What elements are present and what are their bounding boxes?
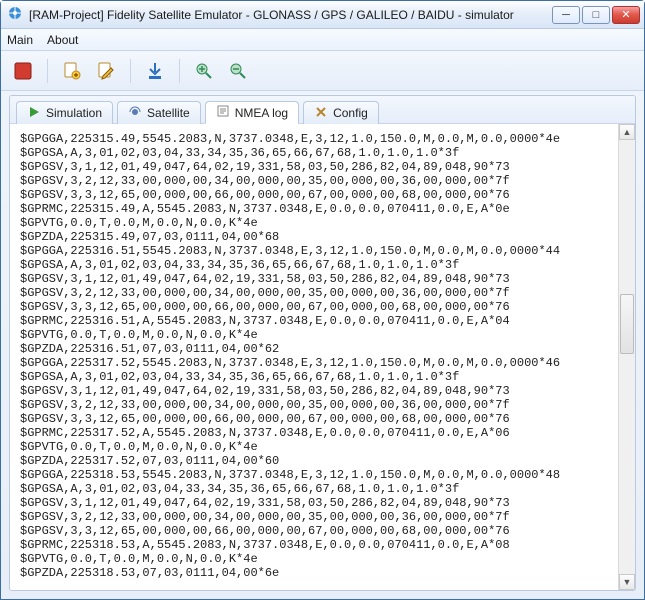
tabstrip: Simulation Satellite NMEA log Config	[10, 96, 635, 124]
nmea-log-output[interactable]: $GPGGA,225315.49,5545.2083,N,3737.0348,E…	[10, 124, 618, 590]
toolbar-separator	[130, 59, 131, 83]
maximize-button[interactable]: □	[582, 6, 610, 24]
titlebar: [RAM-Project] Fidelity Satellite Emulato…	[1, 1, 644, 29]
scroll-down-arrow[interactable]: ▼	[619, 574, 635, 590]
new-file-button[interactable]	[58, 57, 86, 85]
play-icon	[27, 105, 41, 122]
app-window: [RAM-Project] Fidelity Satellite Emulato…	[0, 0, 645, 600]
tab-nmea-log[interactable]: NMEA log	[205, 101, 299, 124]
tab-nmea-label: NMEA log	[235, 106, 288, 120]
tab-satellite-label: Satellite	[147, 106, 190, 120]
window-buttons: ─ □ ✕	[552, 6, 640, 24]
tab-simulation-label: Simulation	[46, 106, 102, 120]
download-button[interactable]	[141, 57, 169, 85]
minimize-button[interactable]: ─	[552, 6, 580, 24]
config-icon	[314, 105, 328, 122]
log-panel: $GPGGA,225315.49,5545.2083,N,3737.0348,E…	[10, 124, 635, 590]
toolbar-separator	[179, 59, 180, 83]
menu-main[interactable]: Main	[7, 33, 33, 47]
tab-config-label: Config	[333, 106, 368, 120]
vertical-scrollbar[interactable]: ▲ ▼	[618, 124, 635, 590]
edit-file-button[interactable]	[92, 57, 120, 85]
scroll-up-arrow[interactable]: ▲	[619, 124, 635, 140]
client-area: Simulation Satellite NMEA log Config $GP…	[9, 95, 636, 591]
menu-about[interactable]: About	[47, 33, 78, 47]
zoom-out-button[interactable]	[224, 57, 252, 85]
menubar: Main About	[1, 29, 644, 51]
tab-satellite[interactable]: Satellite	[117, 101, 201, 124]
toolbar	[1, 51, 644, 91]
toolbar-separator	[47, 59, 48, 83]
stop-button[interactable]	[9, 57, 37, 85]
app-icon	[7, 5, 23, 24]
tab-simulation[interactable]: Simulation	[16, 101, 113, 124]
scroll-thumb[interactable]	[620, 294, 634, 354]
window-title: [RAM-Project] Fidelity Satellite Emulato…	[29, 8, 552, 22]
zoom-in-button[interactable]	[190, 57, 218, 85]
tab-config[interactable]: Config	[303, 101, 379, 124]
satellite-icon	[128, 105, 142, 122]
log-icon	[216, 104, 230, 121]
close-button[interactable]: ✕	[612, 6, 640, 24]
